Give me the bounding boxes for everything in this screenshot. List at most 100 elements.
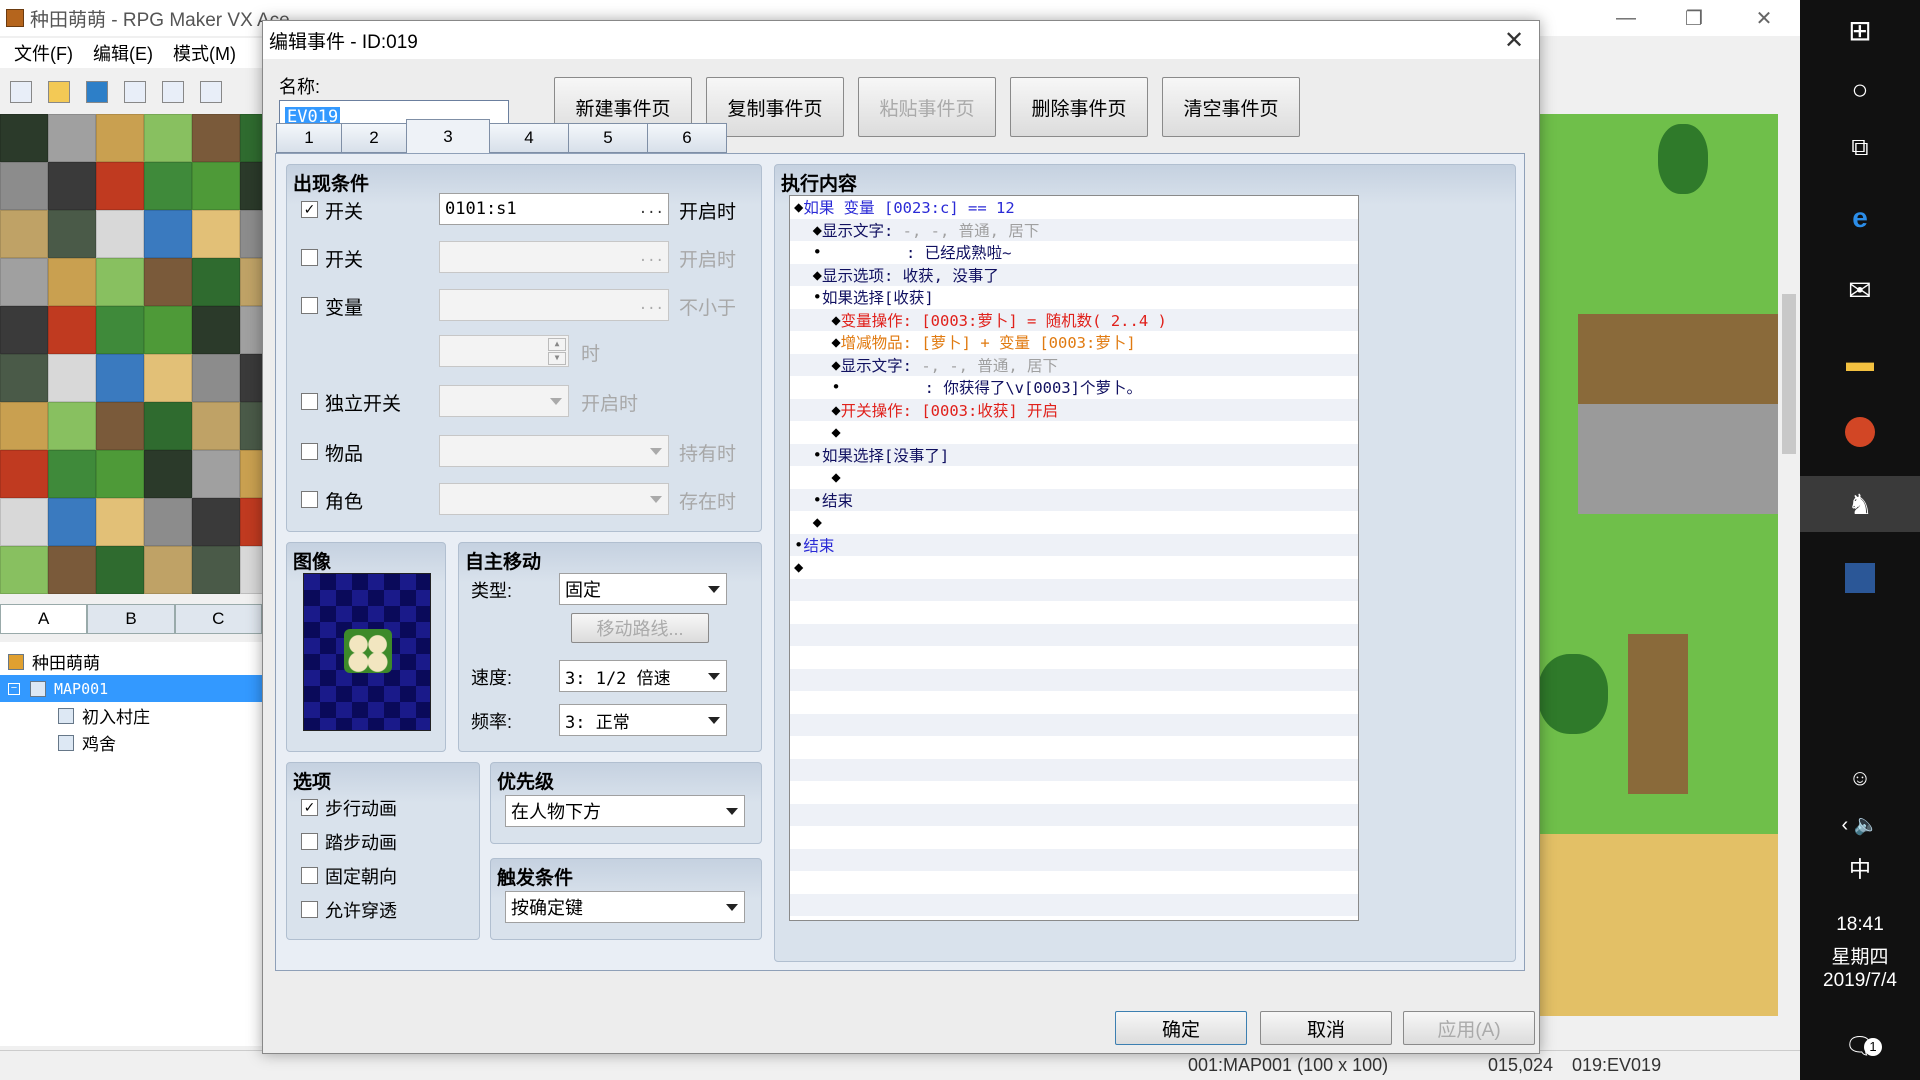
item-checkbox[interactable] bbox=[301, 443, 318, 460]
edge-icon[interactable]: e bbox=[1800, 190, 1920, 246]
walk-anim-checkbox[interactable]: ✓ bbox=[301, 799, 318, 816]
switch2-select[interactable]: ... bbox=[439, 241, 669, 273]
tab-page-2[interactable]: 2 bbox=[341, 123, 407, 153]
variable-value-stepper[interactable]: ▲ ▼ bbox=[439, 335, 569, 367]
tile[interactable] bbox=[0, 450, 48, 498]
open-project-icon[interactable] bbox=[48, 81, 70, 103]
through-checkbox[interactable] bbox=[301, 901, 318, 918]
tree-map-selected[interactable]: − MAP001 bbox=[0, 675, 262, 702]
tile[interactable] bbox=[144, 354, 192, 402]
switch2-checkbox[interactable] bbox=[301, 249, 318, 266]
map-canvas[interactable] bbox=[1538, 114, 1778, 1016]
tile[interactable] bbox=[48, 258, 96, 306]
save-project-icon[interactable] bbox=[86, 81, 108, 103]
tile[interactable] bbox=[144, 498, 192, 546]
command-row[interactable]: • 如果选择[没事了] bbox=[790, 443, 1358, 466]
map-scrollbar[interactable] bbox=[1778, 114, 1800, 1016]
task-view-icon[interactable]: ⧉ bbox=[1800, 120, 1920, 176]
clock-time[interactable]: 18:41 bbox=[1800, 914, 1920, 936]
tile[interactable] bbox=[96, 258, 144, 306]
tile[interactable] bbox=[0, 354, 48, 402]
tile[interactable] bbox=[192, 546, 240, 594]
new-project-icon[interactable] bbox=[10, 81, 32, 103]
tile[interactable] bbox=[240, 546, 262, 594]
variable-select[interactable]: ... bbox=[439, 289, 669, 321]
tile[interactable] bbox=[96, 498, 144, 546]
command-row[interactable]: ◆ bbox=[790, 421, 1358, 444]
ok-button[interactable]: 确定 bbox=[1115, 1011, 1247, 1045]
tree-item-chicken-coop[interactable]: 鸡舍 bbox=[0, 729, 262, 756]
tile[interactable] bbox=[96, 354, 144, 402]
tile[interactable] bbox=[240, 402, 262, 450]
tile[interactable] bbox=[0, 546, 48, 594]
tab-page-5[interactable]: 5 bbox=[568, 123, 648, 153]
tab-page-4[interactable]: 4 bbox=[489, 123, 569, 153]
tile[interactable] bbox=[192, 402, 240, 450]
tile[interactable] bbox=[0, 402, 48, 450]
cancel-button[interactable]: 取消 bbox=[1260, 1011, 1392, 1045]
speed-select[interactable]: 3: 1/2 倍速 bbox=[559, 660, 727, 692]
tab-page-6[interactable]: 6 bbox=[647, 123, 727, 153]
tile[interactable] bbox=[192, 114, 240, 162]
tile[interactable] bbox=[144, 546, 192, 594]
scroll-thumb[interactable] bbox=[1782, 294, 1796, 454]
tile[interactable] bbox=[0, 114, 48, 162]
tile[interactable] bbox=[48, 306, 96, 354]
tile[interactable] bbox=[48, 402, 96, 450]
close-icon[interactable]: ✕ bbox=[1734, 0, 1794, 36]
tile[interactable] bbox=[240, 498, 262, 546]
tile[interactable] bbox=[96, 402, 144, 450]
variable-browse[interactable]: ... bbox=[639, 290, 664, 320]
tile[interactable] bbox=[144, 306, 192, 354]
command-row[interactable]: ◆ 如果 变量 [0023:c] == 12 bbox=[790, 196, 1358, 219]
tile[interactable] bbox=[192, 450, 240, 498]
actor-select[interactable] bbox=[439, 483, 669, 515]
command-row[interactable]: ◆ 增减物品: [萝卜] + 变量 [0003:萝卜] bbox=[790, 331, 1358, 354]
tile[interactable] bbox=[192, 258, 240, 306]
switch1-select[interactable]: 0101:s1 ... bbox=[439, 193, 669, 225]
tile-tab-b[interactable]: B bbox=[87, 604, 175, 634]
tile[interactable] bbox=[0, 498, 48, 546]
rpgmaker-icon[interactable]: ♞ bbox=[1800, 476, 1920, 532]
tile[interactable] bbox=[144, 402, 192, 450]
paste-page-button[interactable]: 粘贴事件页 bbox=[858, 77, 996, 137]
clock-weekday[interactable]: 星期四 bbox=[1800, 942, 1920, 969]
move-type-select[interactable]: 固定 bbox=[559, 573, 727, 605]
tile[interactable] bbox=[192, 498, 240, 546]
powerpoint-icon[interactable] bbox=[1800, 404, 1920, 460]
dialog-close-icon[interactable]: ✕ bbox=[1497, 25, 1531, 55]
tile[interactable] bbox=[0, 162, 48, 210]
tile[interactable] bbox=[48, 354, 96, 402]
command-list[interactable]: ◆ 如果 变量 [0023:c] == 12 ◆ 显示文字: -, -, 普通, 居… bbox=[789, 195, 1359, 921]
tab-page-1[interactable]: 1 bbox=[276, 123, 342, 153]
tile[interactable] bbox=[96, 210, 144, 258]
tile[interactable] bbox=[240, 162, 262, 210]
command-row[interactable]: ◆ 显示选项: 收获, 没事了 bbox=[790, 263, 1358, 286]
collapse-icon[interactable]: − bbox=[8, 682, 20, 695]
tile[interactable] bbox=[48, 498, 96, 546]
stepper-down-icon[interactable]: ▼ bbox=[548, 352, 566, 365]
tile[interactable] bbox=[96, 162, 144, 210]
tile[interactable] bbox=[240, 210, 262, 258]
file-explorer-icon[interactable]: ▬ bbox=[1800, 334, 1920, 390]
tree-project[interactable]: 种田萌萌 bbox=[0, 648, 262, 675]
tile[interactable] bbox=[192, 210, 240, 258]
paste-icon[interactable] bbox=[200, 81, 222, 103]
restore-icon[interactable]: ❐ bbox=[1664, 0, 1724, 36]
tile[interactable] bbox=[192, 354, 240, 402]
tile[interactable] bbox=[48, 546, 96, 594]
tile[interactable] bbox=[144, 162, 192, 210]
ime-indicator[interactable]: 中 bbox=[1800, 840, 1920, 896]
tile[interactable] bbox=[192, 306, 240, 354]
tile-tab-a[interactable]: A bbox=[0, 604, 88, 634]
menu-edit[interactable]: 编辑(E) bbox=[93, 40, 153, 66]
self-switch-select[interactable] bbox=[439, 385, 569, 417]
tile[interactable] bbox=[96, 306, 144, 354]
switch2-browse[interactable]: ... bbox=[639, 242, 664, 272]
tile[interactable] bbox=[240, 258, 262, 306]
tile[interactable] bbox=[240, 114, 262, 162]
switch1-checkbox[interactable]: ✓ bbox=[301, 201, 318, 218]
command-row[interactable]: ◆ bbox=[790, 466, 1358, 489]
command-row[interactable]: ◆ 显示文字: -, -, 普通, 居下 bbox=[790, 353, 1358, 376]
minimize-icon[interactable]: — bbox=[1596, 0, 1656, 36]
